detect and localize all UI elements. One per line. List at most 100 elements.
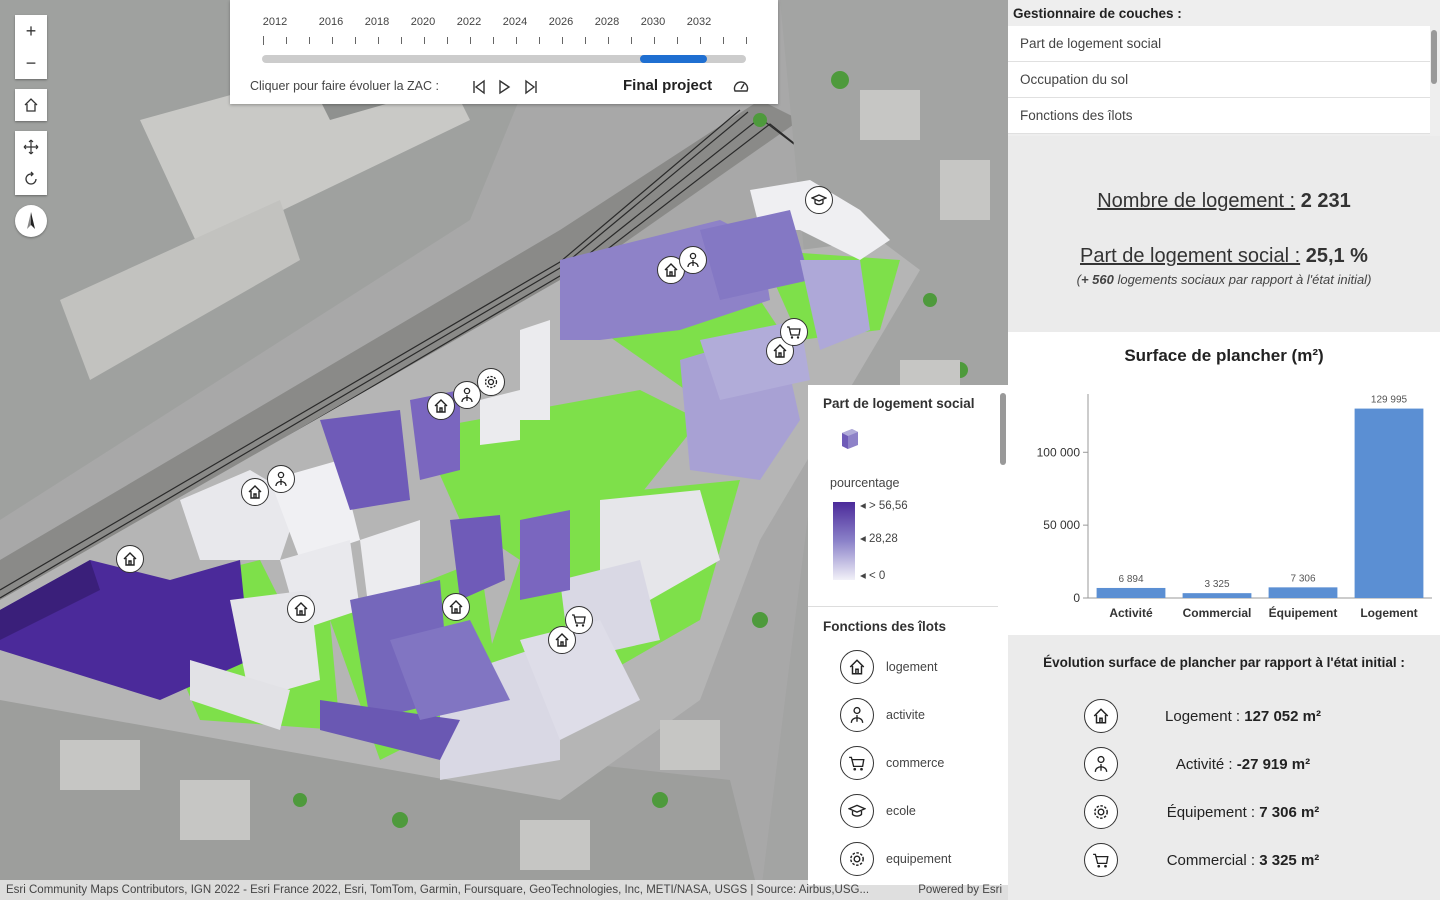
powered-by-link[interactable]: Powered by Esri xyxy=(918,884,1002,896)
housing-count: Nombre de logement : 2 231 xyxy=(1008,190,1440,213)
map-scene[interactable]: + − 2012 2016 2018 2020 2022 2024 2026 2… xyxy=(0,0,1008,900)
worker-icon xyxy=(1084,747,1118,781)
indicators: Nombre de logement : 2 231 Part de logem… xyxy=(1008,136,1440,332)
legend-item-label: activite xyxy=(886,708,925,722)
evolution-row-equipement: Équipement : 7 306 m² xyxy=(1084,794,1404,830)
pan-button[interactable] xyxy=(15,131,47,163)
y-tick-label: 0 xyxy=(1073,591,1080,605)
y-tick-label: 50 000 xyxy=(1043,518,1080,532)
ramp-label-mid: ◂ 28,28 xyxy=(860,533,898,545)
legend-title-functions: Fonctions des îlots xyxy=(823,619,947,634)
speed-button[interactable] xyxy=(732,78,750,96)
play-icon xyxy=(499,79,511,95)
legend-item-label: equipement xyxy=(886,852,952,866)
legend-item-equipement: equipement xyxy=(840,842,951,876)
timeline-tick xyxy=(516,37,517,44)
legend-title-social: Part de logement social xyxy=(823,396,975,411)
evolution-row-activite: Activité : -27 919 m² xyxy=(1084,746,1404,782)
ramp-label-low: ◂ < 0 xyxy=(860,570,886,582)
social-housing-note: (+ 560 logements sociaux par rapport à l… xyxy=(1076,272,1372,287)
house-icon[interactable] xyxy=(442,593,470,621)
bar-value-label: 3 325 xyxy=(1204,579,1229,590)
home-icon xyxy=(24,98,38,112)
legend-scrollbar[interactable] xyxy=(1000,393,1006,465)
x-tick-label: Commercial xyxy=(1183,606,1252,620)
layer-item-block-functions[interactable]: Fonctions des îlots xyxy=(1008,98,1430,134)
compass-button[interactable] xyxy=(15,205,47,237)
house-icon[interactable] xyxy=(427,392,455,420)
evolution-row-commercial: Commercial : 3 325 m² xyxy=(1084,842,1404,878)
zoom-in-button[interactable]: + xyxy=(15,15,47,47)
timeline-tick xyxy=(677,37,678,44)
rotate-icon xyxy=(25,171,37,185)
previous-button[interactable] xyxy=(470,78,488,96)
dashboard-panel: Gestionnaire de couches : Part de logeme… xyxy=(1008,0,1440,900)
cart-icon xyxy=(1084,843,1118,877)
gear-icon[interactable] xyxy=(477,368,505,396)
year-label: 2022 xyxy=(456,16,482,28)
zoom-out-button[interactable]: − xyxy=(15,47,47,79)
year-label: 2016 xyxy=(318,16,344,28)
worker-icon[interactable] xyxy=(679,246,707,274)
worker-icon xyxy=(840,698,874,732)
timeline-tick xyxy=(585,37,586,44)
cart-icon[interactable] xyxy=(565,606,593,634)
timeline-tick xyxy=(493,37,494,44)
evolution-title: Évolution surface de plancher par rappor… xyxy=(1043,655,1405,670)
timeline-track[interactable] xyxy=(262,55,746,63)
year-label: 2018 xyxy=(364,16,390,28)
house-icon[interactable] xyxy=(287,595,315,623)
timeline-tick xyxy=(470,37,471,44)
year-label: 2028 xyxy=(594,16,620,28)
x-tick-label: Logement xyxy=(1360,606,1417,620)
home-button[interactable] xyxy=(15,89,47,121)
bar xyxy=(1354,408,1424,598)
timeline-tick xyxy=(263,36,264,45)
timeline-state: Final project xyxy=(623,77,713,94)
rotate-button[interactable] xyxy=(15,163,47,195)
layer-list-scrollbar[interactable] xyxy=(1431,30,1437,84)
timeline-tick xyxy=(539,37,540,44)
timeline-tick xyxy=(332,37,333,44)
cart-icon[interactable] xyxy=(780,318,808,346)
evolution-value: 7 306 m² xyxy=(1259,803,1320,821)
evolution-summary: Évolution surface de plancher par rappor… xyxy=(1008,635,1440,900)
legend-item-activite: activite xyxy=(840,698,925,732)
evolution-value: -27 919 m² xyxy=(1236,755,1311,773)
y-tick-label: 100 000 xyxy=(1037,445,1081,459)
timeline-progress[interactable] xyxy=(639,55,708,63)
housing-count-value: 2 231 xyxy=(1300,190,1351,212)
timeline-tick xyxy=(424,37,425,44)
building-symbol-icon xyxy=(842,429,858,449)
gauge-icon xyxy=(733,81,749,92)
layer-item-social-housing[interactable]: Part de logement social xyxy=(1008,26,1430,62)
legend-item-label: commerce xyxy=(886,756,945,770)
timeline-tick xyxy=(401,37,402,44)
home-control xyxy=(15,89,47,121)
ramp-label-high: ◂ > 56,56 xyxy=(860,500,908,512)
social-share-value: 25,1 % xyxy=(1305,245,1368,267)
gear-icon xyxy=(840,842,874,876)
legend-panel: Part de logement social pourcentage ◂ > … xyxy=(808,385,1008,885)
evolution-value: 3 325 m² xyxy=(1259,851,1320,869)
year-label: 2012 xyxy=(262,16,288,28)
layer-item-land-use[interactable]: Occupation du sol xyxy=(1008,62,1430,98)
next-button[interactable] xyxy=(522,78,540,96)
year-label: 2020 xyxy=(410,16,436,28)
worker-icon[interactable] xyxy=(267,465,295,493)
graduation-cap-icon xyxy=(840,794,874,828)
floor-area-chart: Surface de plancher (m²) 0 50 000 100 000 6… xyxy=(1008,332,1440,635)
year-label: 2024 xyxy=(502,16,528,28)
timeline-tick xyxy=(654,37,655,44)
graduation-cap-icon[interactable] xyxy=(805,186,833,214)
play-button[interactable] xyxy=(495,78,513,96)
timeline-tick xyxy=(723,37,724,44)
house-icon[interactable] xyxy=(241,478,269,506)
house-icon[interactable] xyxy=(116,545,144,573)
bar-value-label: 7 306 xyxy=(1290,573,1315,584)
layer-list: Part de logement social Occupation du so… xyxy=(1008,26,1430,134)
year-label: 2026 xyxy=(548,16,574,28)
timeline-tick xyxy=(746,37,747,44)
evolution-value: 127 052 m² xyxy=(1244,707,1321,725)
timeline-tick xyxy=(608,37,609,44)
